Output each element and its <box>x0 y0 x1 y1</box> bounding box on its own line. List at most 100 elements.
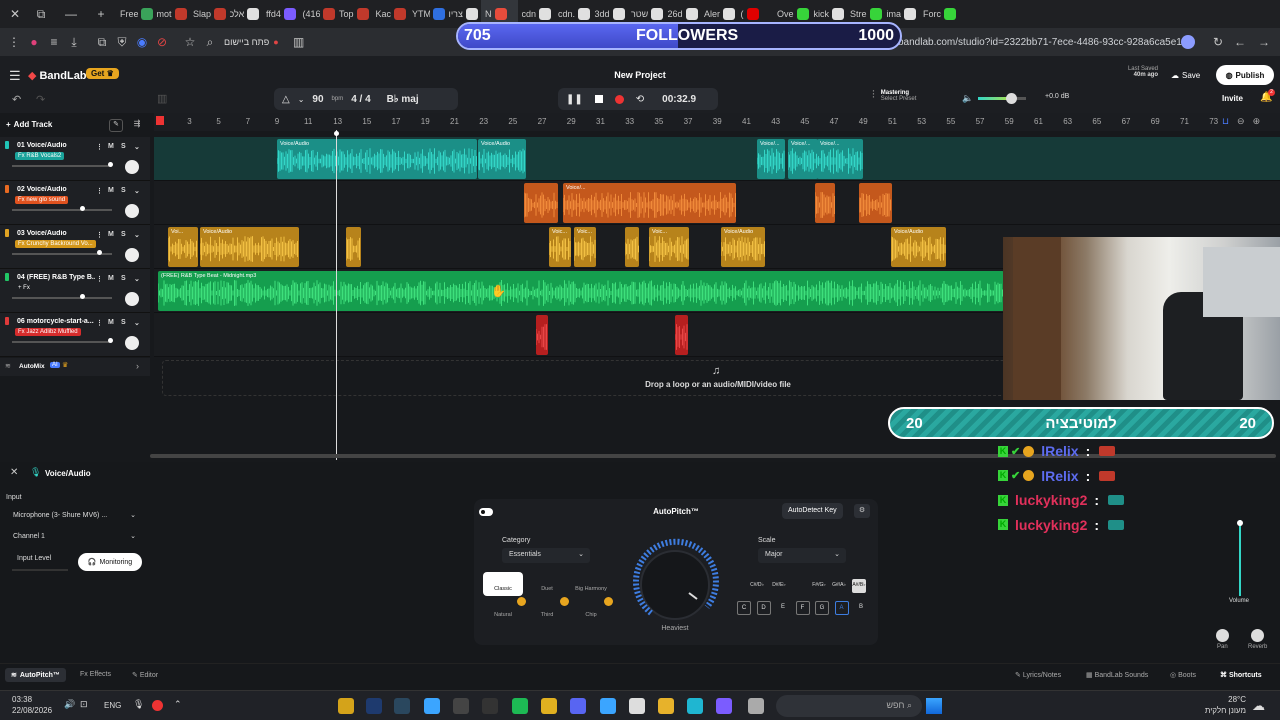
add-track-button[interactable]: + Add Track <box>6 120 52 129</box>
audio-clip[interactable]: Voic... <box>549 227 571 267</box>
audio-clip[interactable]: Voice/... <box>817 139 863 179</box>
tab-editor[interactable]: ✎ Editor <box>132 671 158 679</box>
solo-button[interactable]: S <box>121 319 126 326</box>
automix-row[interactable]: ≋ AutoMix AI ♛ › <box>0 358 150 376</box>
pan-knob[interactable] <box>1216 629 1229 642</box>
audio-clip[interactable]: Voice/Audio <box>891 227 946 267</box>
browser-tab[interactable]: Kac <box>372 0 409 28</box>
extension-icon[interactable]: ● <box>24 32 44 52</box>
reload-icon[interactable]: ↻ <box>1208 32 1228 52</box>
track-header[interactable]: 06 motorcycle-start-a... Fx Jazz Adlibz … <box>0 313 150 357</box>
snap-icon[interactable]: ⊔ <box>1222 116 1229 127</box>
mastering-button[interactable]: ⫶ Mastering Select Preset <box>872 89 916 102</box>
key-natural[interactable]: G <box>815 601 829 615</box>
track-fx-chip[interactable]: Fx R&B Vocals2 <box>15 152 65 160</box>
audio-clip[interactable]: Voic... <box>649 227 689 267</box>
timeline-ruler[interactable]: 1357911131517192123252729313335373941434… <box>154 113 1280 131</box>
folder-icon[interactable] <box>658 698 674 714</box>
audio-clip[interactable]: Voice/... <box>563 183 736 223</box>
file-explorer-icon[interactable] <box>338 698 354 714</box>
reverb-knob[interactable] <box>1251 629 1264 642</box>
pause-icon[interactable]: ❚❚ <box>566 94 583 105</box>
category-select[interactable]: Essentials ⌄ <box>502 548 590 563</box>
loop-icon[interactable]: ⟲ <box>636 94 644 105</box>
volume-knob[interactable] <box>1237 520 1243 526</box>
mute-button[interactable]: M <box>108 231 114 238</box>
browser-tab[interactable]: YTM <box>408 0 445 28</box>
sound-icon[interactable]: ◉ <box>132 32 152 52</box>
key-sharp[interactable]: D#/E♭ <box>772 579 786 593</box>
obs-icon[interactable] <box>453 698 469 714</box>
solo-button[interactable]: S <box>121 275 126 282</box>
lyrics-notes-button[interactable]: ✎ Lyrics/Notes <box>1015 671 1061 679</box>
arrange-icon[interactable]: ⇶ <box>130 119 144 132</box>
key-natural[interactable]: E <box>776 601 790 615</box>
browser-tab[interactable]: Free <box>116 0 153 28</box>
key-value[interactable]: B♭ maj <box>387 94 419 105</box>
master-volume-slider[interactable] <box>978 93 1026 104</box>
photoshop-icon[interactable] <box>366 698 382 714</box>
audio-clip[interactable]: Voice/Audio <box>721 227 765 267</box>
epic-icon[interactable] <box>482 698 498 714</box>
audio-clip[interactable]: (FREE) R&B Type Beat - Midnight.mp3 <box>158 271 1004 311</box>
shield-icon[interactable]: ⛨ <box>112 32 132 52</box>
audio-clip[interactable]: Voice/... <box>757 139 785 179</box>
category-duet[interactable]: Duet <box>527 572 567 596</box>
track-pan-knob[interactable] <box>125 160 139 174</box>
audio-clip[interactable]: Voi... <box>168 227 198 267</box>
stop-icon[interactable] <box>594 95 603 103</box>
close-panel-icon[interactable]: ✕ <box>10 467 18 478</box>
track-name[interactable]: 01 Voice/Audio <box>17 142 95 149</box>
get-button[interactable]: Get ♛ <box>86 68 119 79</box>
category-big-harmony[interactable]: Big Harmony <box>571 572 611 596</box>
key-natural[interactable]: A <box>834 601 849 615</box>
chevron-up-icon[interactable]: ⌃ <box>174 699 182 710</box>
chrome-icon[interactable] <box>541 698 557 714</box>
record-icon[interactable] <box>614 94 624 104</box>
start-button[interactable] <box>926 698 942 714</box>
time-signature[interactable]: 4 / 4 <box>351 94 370 105</box>
track-fx-chip[interactable]: Fx Crunchy Backround Vo... <box>15 240 96 248</box>
project-title[interactable]: New Project <box>600 70 680 80</box>
speaker-icon[interactable]: 🔈 <box>962 93 973 104</box>
chevron-down-icon[interactable]: ⌄ <box>134 319 140 327</box>
close-window-icon[interactable]: ✕ <box>4 4 26 24</box>
audio-clip[interactable] <box>675 315 688 355</box>
tempo-value[interactable]: 90 <box>312 94 323 105</box>
audio-clip[interactable]: Voice/... <box>788 139 818 179</box>
audio-clip[interactable] <box>536 315 548 355</box>
tab-effects[interactable]: Fx Effects <box>80 671 111 678</box>
solo-button[interactable]: S <box>121 143 126 150</box>
chevron-down-icon[interactable]: ⌄ <box>134 187 140 195</box>
key-sharp[interactable]: C#/D♭ <box>750 579 764 593</box>
playlist-icon[interactable]: ≡ <box>44 32 64 52</box>
audio-clip[interactable] <box>815 183 835 223</box>
profile-avatar[interactable] <box>1181 35 1195 49</box>
weather[interactable]: 28°C מעונן חלקית <box>1200 694 1246 716</box>
track-header[interactable]: 03 Voice/Audio Fx Crunchy Backround Vo..… <box>0 225 150 269</box>
track-lane[interactable]: Voice/... <box>154 181 1280 225</box>
publish-button[interactable]: ◍ Publish <box>1216 65 1274 85</box>
track-name[interactable]: 03 Voice/Audio <box>17 230 95 237</box>
channel-select[interactable]: Channel 1 ⌄ <box>6 529 142 545</box>
browser-tab[interactable]: mot <box>153 0 190 28</box>
mute-button[interactable]: M <box>108 143 114 150</box>
tray-app-icon[interactable] <box>152 700 163 711</box>
browser-tab[interactable]: Slap <box>189 0 226 28</box>
autopitch-settings-icon[interactable]: ⚙ <box>854 504 870 518</box>
forward-icon[interactable]: → <box>1254 32 1274 52</box>
edit-tools-icon[interactable]: ✎ <box>109 119 123 132</box>
bookmark-star-icon[interactable]: ☆ <box>180 32 200 52</box>
spotify-icon[interactable] <box>512 698 528 714</box>
track-fx-chip[interactable]: Fx Jazz Adlibz Muffled <box>15 328 81 336</box>
track-fx-chip[interactable]: Fx new glo sound <box>15 196 69 204</box>
new-tab-icon[interactable]: + <box>86 4 116 24</box>
track-name[interactable]: 04 (FREE) R&B Type B... <box>17 274 95 281</box>
store-icon[interactable] <box>629 698 645 714</box>
audio-clip[interactable] <box>524 183 558 223</box>
block-icon[interactable]: ⊘ <box>152 32 172 52</box>
notes-icon[interactable] <box>424 698 440 714</box>
audio-clip[interactable]: Voice/Audio <box>277 139 477 179</box>
volume-slider[interactable] <box>1237 520 1243 596</box>
key-sharp[interactable]: F#/G♭ <box>812 579 826 593</box>
